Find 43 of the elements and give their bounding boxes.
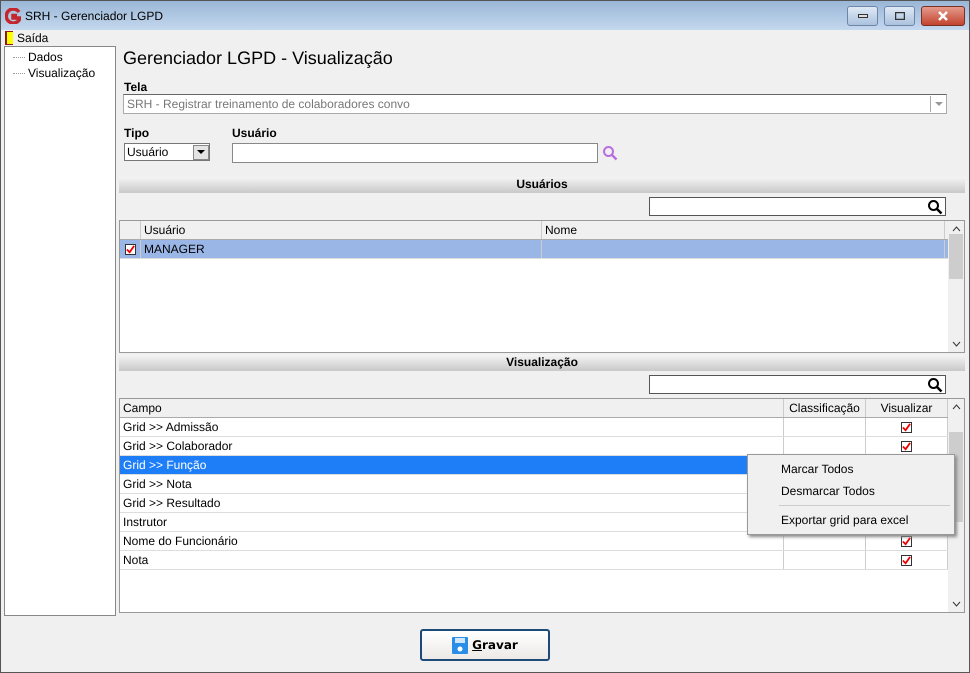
dropdown-arrow-icon[interactable] xyxy=(197,150,205,154)
scroll-down-icon[interactable] xyxy=(952,341,960,347)
maximize-icon xyxy=(894,12,904,20)
tree-item[interactable]: Dados xyxy=(28,50,63,64)
door-icon xyxy=(5,31,13,45)
scroll-up-icon[interactable] xyxy=(952,404,960,410)
checkbox[interactable] xyxy=(901,422,912,432)
checkbox[interactable] xyxy=(901,536,912,546)
checkbox[interactable] xyxy=(901,440,912,452)
menu-item[interactable]: Saída xyxy=(17,31,48,45)
close-button[interactable] xyxy=(921,6,965,26)
scrollbar[interactable] xyxy=(948,221,964,352)
tree-item[interactable]: Visualização xyxy=(28,66,96,80)
maximize-button[interactable] xyxy=(884,6,915,26)
scroll-up-icon[interactable] xyxy=(952,226,960,232)
field-label: Usuário xyxy=(232,126,278,140)
app-logo-icon xyxy=(5,8,21,24)
save-button[interactable]: Gravar xyxy=(420,629,550,661)
field-label: Tela xyxy=(124,80,148,94)
checkbox[interactable] xyxy=(124,244,136,254)
search-icon[interactable] xyxy=(927,198,943,214)
column-header[interactable]: Campo xyxy=(120,399,784,417)
column-header[interactable]: Classificação xyxy=(784,399,866,417)
checkbox[interactable] xyxy=(901,554,912,566)
table-cell: Nota xyxy=(120,551,784,569)
column-header[interactable]: Usuário xyxy=(141,221,542,239)
search-icon[interactable] xyxy=(927,376,943,392)
input-field[interactable] xyxy=(232,143,598,163)
search-field[interactable] xyxy=(649,197,946,216)
type-dropdown[interactable]: Usuário xyxy=(124,143,210,161)
close-icon xyxy=(937,10,949,20)
section-header: Usuários xyxy=(119,177,965,193)
section-header: Visualização xyxy=(119,355,965,371)
page-heading: Gerenciador LGPD - Visualização xyxy=(122,47,394,70)
field-label: Tipo xyxy=(124,126,150,140)
scroll-down-icon[interactable] xyxy=(952,601,960,607)
minimize-icon xyxy=(858,14,868,18)
table-cell: Grid >> Admissão xyxy=(120,418,784,436)
minimize-button[interactable] xyxy=(847,6,878,26)
window-title: SRH - Gerenciador LGPD xyxy=(25,8,164,22)
table-cell: MANAGER xyxy=(141,240,542,258)
column-header[interactable]: Nome xyxy=(542,221,945,239)
search-field[interactable] xyxy=(649,375,946,394)
